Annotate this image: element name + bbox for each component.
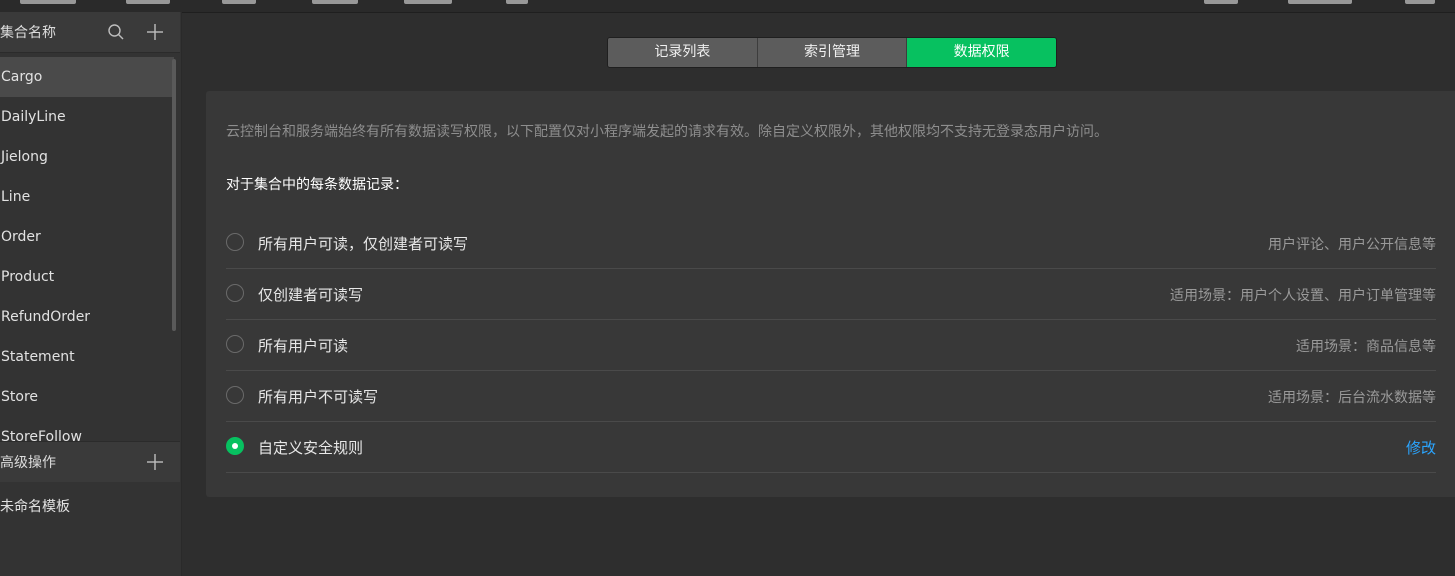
option-description: 适用场景：后台流水数据等 (1268, 390, 1436, 406)
option-label: 自定义安全规则 (258, 439, 364, 457)
collection-header: 集合名称 (0, 12, 180, 53)
tab-indexes[interactable]: 索引管理 (757, 38, 908, 67)
option-description: 用户评论、用户公开信息等 (1268, 237, 1436, 253)
option-description: 适用场景：用户个人设置、用户订单管理等 (1170, 288, 1436, 304)
option-label: 仅创建者可读写 (258, 286, 364, 304)
radio-button[interactable] (226, 335, 244, 353)
collection-header-title: 集合名称 (0, 25, 56, 41)
permission-option-custom[interactable]: 自定义安全规则 修改 (226, 422, 1436, 473)
collection-item[interactable]: Product (0, 257, 174, 297)
option-description: 适用场景：商品信息等 (1296, 339, 1436, 355)
option-label: 所有用户可读，仅创建者可读写 (258, 235, 469, 253)
collection-sidebar: 集合名称 Cargo DailyLine Jielong Line Order … (0, 12, 182, 576)
collection-item[interactable]: Store (0, 377, 174, 417)
add-advanced-icon[interactable] (145, 452, 165, 472)
collection-item[interactable]: DailyLine (0, 97, 174, 137)
permission-notice: 云控制台和服务端始终有所有数据读写权限，以下配置仅对小程序端发起的请求有效。除自… (226, 124, 1108, 140)
collection-item[interactable]: Jielong (0, 137, 174, 177)
option-label: 所有用户可读 (258, 337, 349, 355)
tab-records[interactable]: 记录列表 (608, 38, 758, 67)
advanced-header-title: 高级操作 (0, 455, 56, 471)
tab-bar: 记录列表 索引管理 数据权限 (607, 37, 1057, 68)
collection-list-scrollbar[interactable] (172, 59, 176, 331)
search-icon[interactable] (106, 22, 126, 42)
top-menu-bar (0, 0, 1455, 13)
radio-button[interactable] (226, 386, 244, 404)
advanced-header: 高级操作 (0, 441, 180, 482)
permission-heading: 对于集合中的每条数据记录： (226, 177, 408, 193)
permission-option[interactable]: 所有用户可读 适用场景：商品信息等 (226, 320, 1436, 371)
collection-item[interactable]: Statement (0, 337, 174, 377)
collection-item[interactable]: Cargo (0, 57, 174, 97)
permission-option[interactable]: 所有用户可读，仅创建者可读写 用户评论、用户公开信息等 (226, 218, 1436, 269)
collection-item[interactable]: Line (0, 177, 174, 217)
edit-rules-link[interactable]: 修改 (1406, 437, 1436, 458)
permissions-panel: 云控制台和服务端始终有所有数据读写权限，以下配置仅对小程序端发起的请求有效。除自… (206, 91, 1455, 497)
radio-button-checked[interactable] (226, 437, 244, 455)
collection-list: Cargo DailyLine Jielong Line Order Produ… (0, 57, 174, 441)
advanced-item[interactable]: 未命名模板 (0, 496, 180, 536)
radio-button[interactable] (226, 284, 244, 302)
option-label: 所有用户不可读写 (258, 388, 379, 406)
collection-item[interactable]: RefundOrder (0, 297, 174, 337)
radio-button[interactable] (226, 233, 244, 251)
permission-option[interactable]: 仅创建者可读写 适用场景：用户个人设置、用户订单管理等 (226, 269, 1436, 320)
tab-permissions[interactable]: 数据权限 (907, 38, 1056, 67)
collection-item[interactable]: Order (0, 217, 174, 257)
collection-item[interactable]: StoreFollow (0, 417, 174, 441)
permission-option[interactable]: 所有用户不可读写 适用场景：后台流水数据等 (226, 371, 1436, 422)
add-collection-icon[interactable] (145, 22, 165, 42)
